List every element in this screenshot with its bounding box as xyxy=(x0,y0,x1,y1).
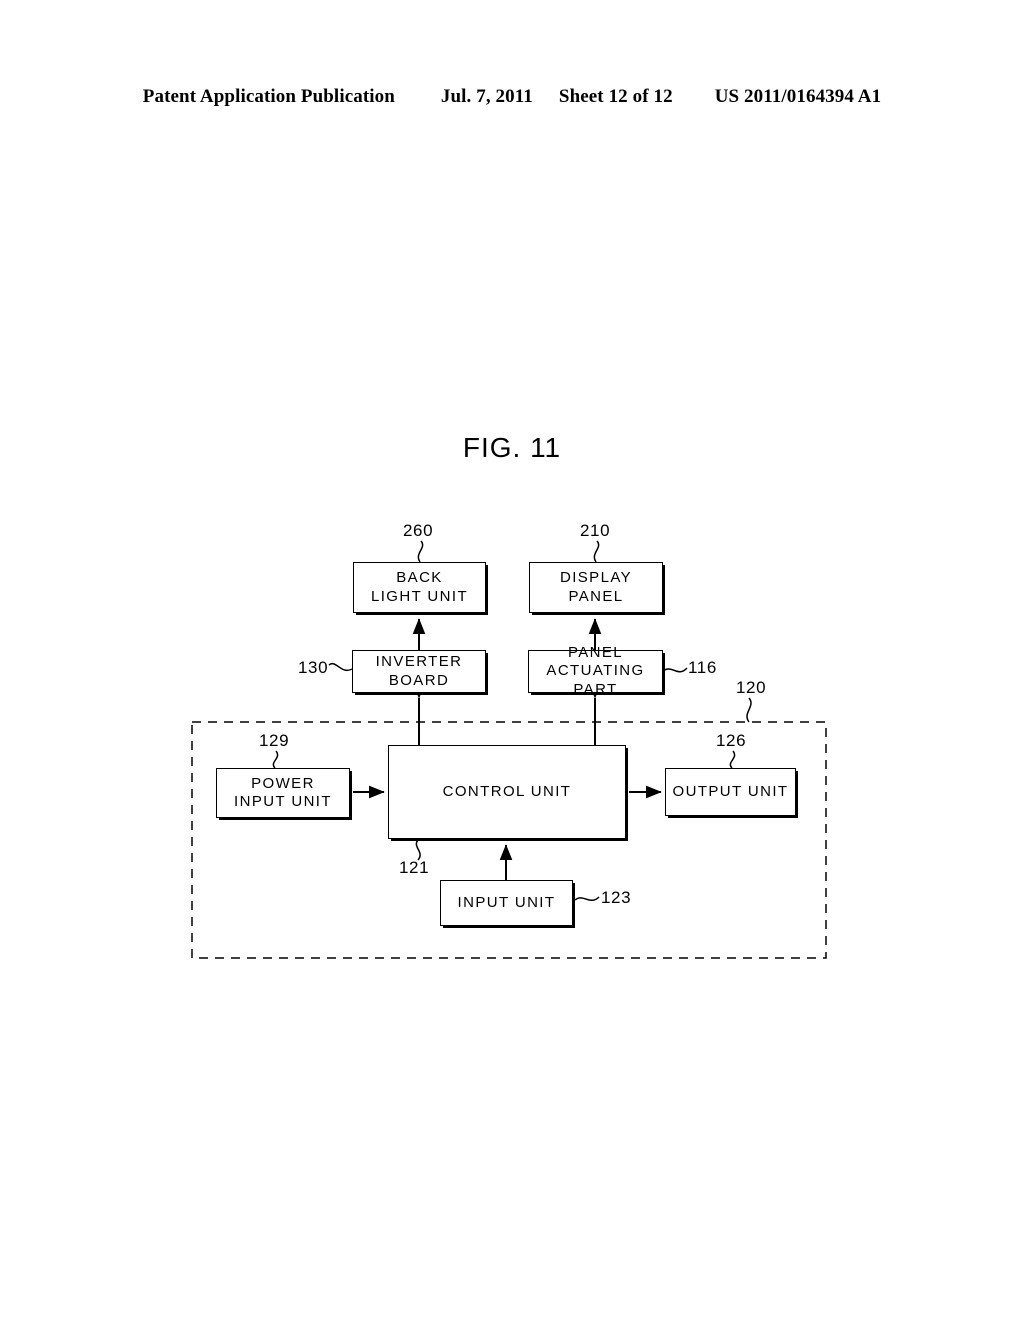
leader-116 xyxy=(662,667,688,673)
reference-numeral-130: 130 xyxy=(298,658,329,677)
leader-129 xyxy=(272,750,279,769)
block-back-light-unit[interactable]: BACK LIGHT UNIT xyxy=(353,562,486,613)
reference-numeral-120: 120 xyxy=(736,678,767,697)
block-inverter-board[interactable]: INVERTER BOARD xyxy=(352,650,486,693)
block-diagram xyxy=(0,0,1024,1320)
leader-121 xyxy=(415,839,421,861)
leader-126 xyxy=(729,750,736,769)
leader-130 xyxy=(328,662,353,672)
block-output-unit[interactable]: OUTPUT UNIT xyxy=(665,768,796,816)
reference-numeral-123: 123 xyxy=(601,888,632,907)
block-panel-actuating-part[interactable]: PANEL ACTUATING PART xyxy=(528,644,663,698)
leader-260 xyxy=(417,540,424,563)
block-power-input-unit[interactable]: POWER INPUT UNIT xyxy=(216,768,350,818)
block-control-unit[interactable]: CONTROL UNIT xyxy=(388,745,626,839)
reference-numeral-210: 210 xyxy=(580,521,611,540)
reference-numeral-116: 116 xyxy=(688,658,717,677)
block-display-panel[interactable]: DISPLAY PANEL xyxy=(529,562,663,613)
leader-120 xyxy=(746,697,752,723)
block-input-unit[interactable]: INPUT UNIT xyxy=(440,880,573,926)
reference-numeral-260: 260 xyxy=(403,521,434,540)
leader-123 xyxy=(574,896,600,902)
reference-numeral-126: 126 xyxy=(716,731,747,750)
leader-210 xyxy=(593,540,600,563)
reference-numeral-121: 121 xyxy=(399,858,430,877)
reference-numeral-129: 129 xyxy=(259,731,290,750)
